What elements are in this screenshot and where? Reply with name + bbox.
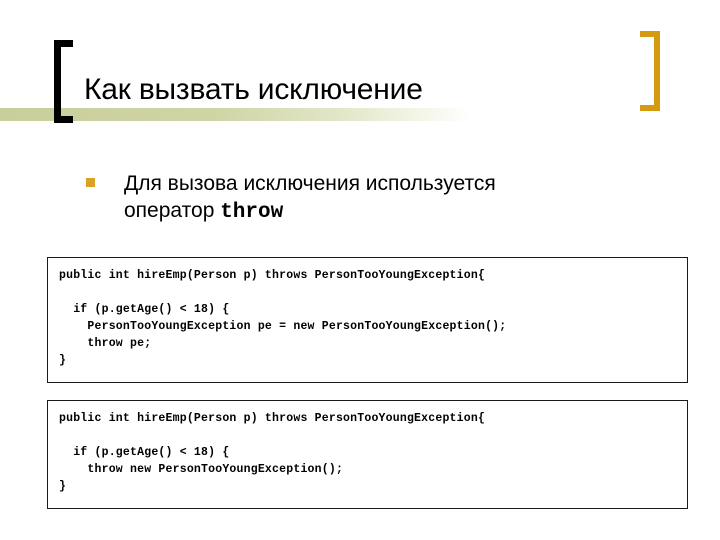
code-line: } <box>59 354 67 367</box>
code-line: if (p.getAge() < 18) { <box>59 303 230 316</box>
code-line: if (p.getAge() < 18) { <box>59 446 230 459</box>
code-block-1: public int hireEmp(Person p) throws Pers… <box>47 257 688 383</box>
page-title: Как вызвать исключение <box>84 73 423 106</box>
code-line: throw new PersonTooYoungException(); <box>59 463 344 476</box>
list-item: Для вызова исключения используется опера… <box>124 170 586 226</box>
code-line: public int hireEmp(Person p) throws Pers… <box>59 269 486 282</box>
right-bracket-decoration <box>640 31 660 111</box>
bullet-item-keyword: throw <box>220 201 284 224</box>
code-line: } <box>59 480 67 493</box>
square-bullet-icon <box>86 178 95 187</box>
code-line: public int hireEmp(Person p) throws Pers… <box>59 412 486 425</box>
bullet-item-text: Для вызова исключения используется опера… <box>124 172 496 222</box>
left-bracket-decoration <box>54 40 73 123</box>
slide-canvas: Как вызвать исключение Для вызова исключ… <box>0 0 720 540</box>
code-block-2: public int hireEmp(Person p) throws Pers… <box>47 400 688 509</box>
bullet-list: Для вызова исключения используется опера… <box>86 170 586 226</box>
code-line: throw pe; <box>59 337 152 350</box>
code-line: PersonTooYoungException pe = new PersonT… <box>59 320 507 333</box>
